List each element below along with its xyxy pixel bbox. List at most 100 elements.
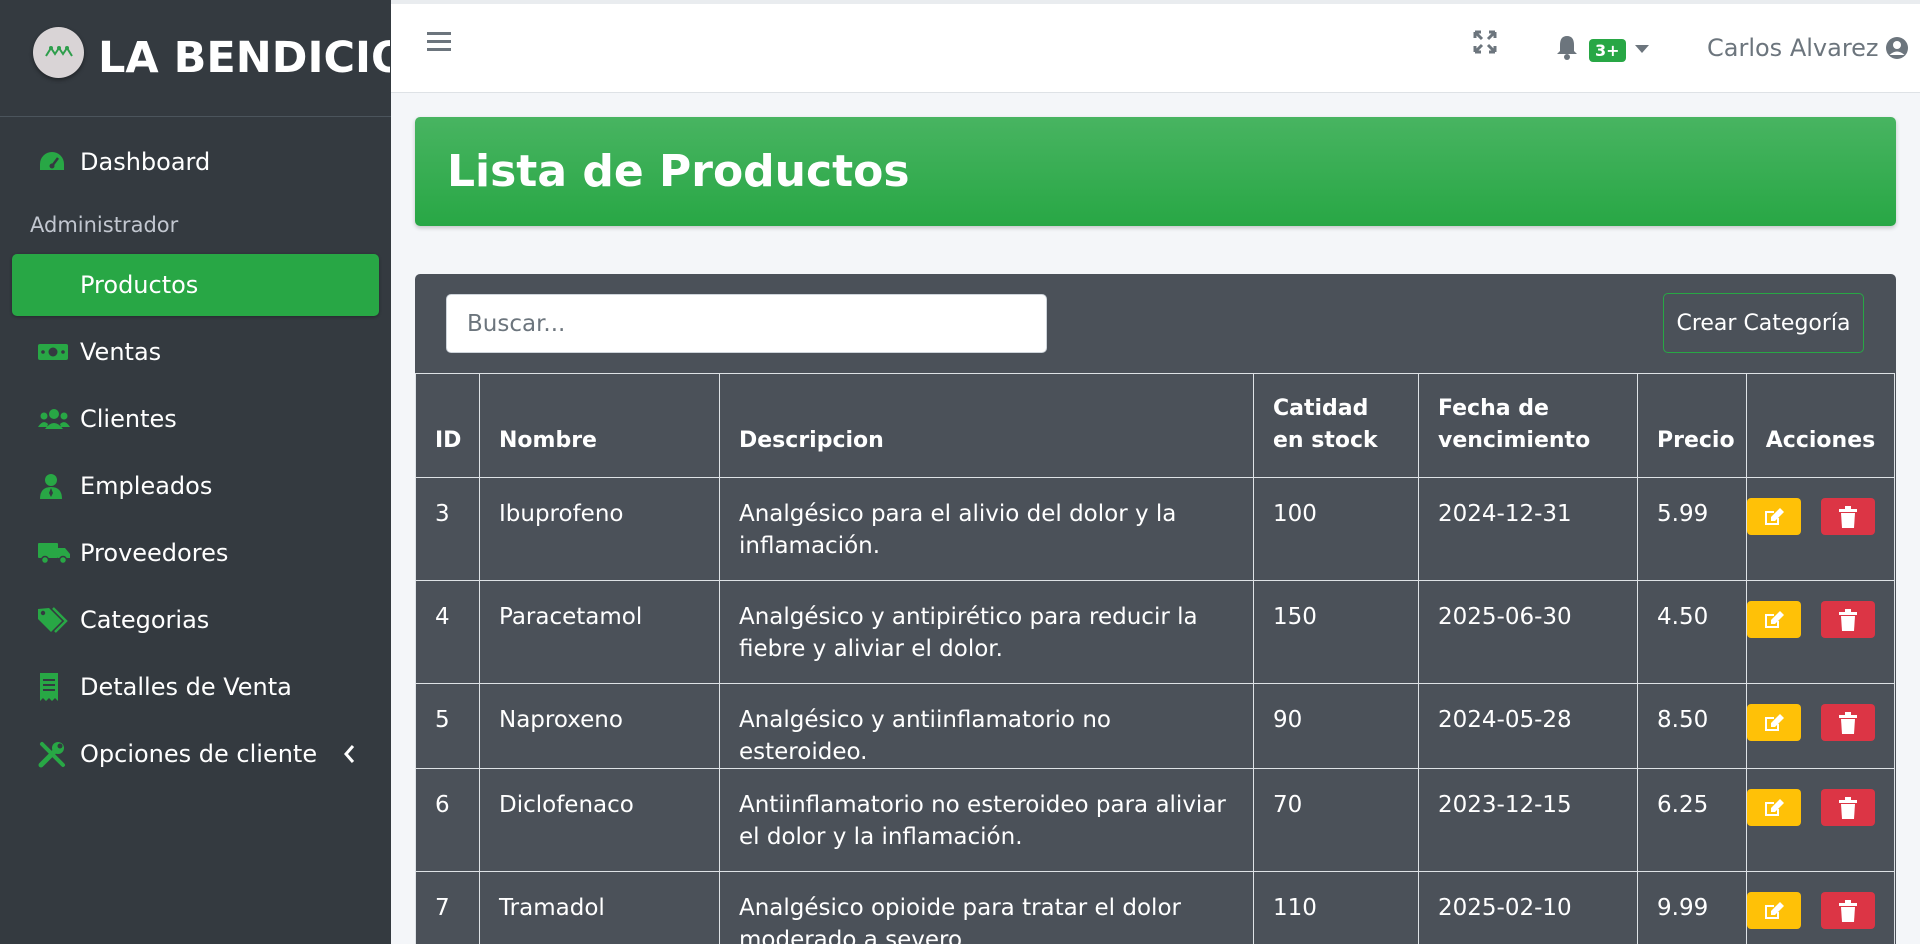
notifications-badge[interactable]: 3+ [1589, 39, 1626, 62]
column-header[interactable]: Fecha de vencimiento [1418, 373, 1638, 478]
delete-button[interactable] [1821, 704, 1875, 741]
cell-actions [1746, 768, 1895, 872]
sidebar-item-clientes[interactable]: Clientes [12, 388, 379, 450]
create-category-button[interactable]: Crear Categoría [1663, 293, 1864, 353]
products-card: Crear Categoría ID Nombre Descripcion Ca… [415, 274, 1896, 944]
cell-actions [1746, 477, 1895, 581]
sidebar-item-opciones-cliente[interactable]: Opciones de cliente [12, 723, 379, 785]
cell-descripcion: Analgésico opioide para tratar el dolor … [719, 871, 1254, 944]
sidebar-item-productos[interactable]: Productos [12, 254, 379, 316]
sidebar-item-label: Proveedores [80, 539, 229, 567]
user-circle-icon [1885, 37, 1908, 59]
sidebar-item-label: Productos [80, 271, 199, 299]
delete-button[interactable] [1821, 789, 1875, 826]
cell-fecha: 2023-12-15 [1418, 768, 1638, 872]
cell-fecha: 2025-02-10 [1418, 871, 1638, 944]
sidebar-item-dashboard[interactable]: Dashboard [12, 131, 379, 193]
delete-button[interactable] [1821, 498, 1875, 535]
sidebar: LA BENDICION Dashboard Administrador Pro… [0, 0, 391, 944]
edit-button[interactable] [1747, 704, 1801, 741]
trash-icon [1839, 505, 1857, 528]
sidebar-item-categorias[interactable]: Categorias [12, 589, 379, 651]
tags-icon [38, 606, 72, 634]
delete-button[interactable] [1821, 892, 1875, 929]
edit-icon [1765, 610, 1784, 628]
edit-icon [1765, 507, 1784, 525]
column-header[interactable]: ID [415, 373, 480, 478]
column-header[interactable]: Nombre [479, 373, 720, 478]
edit-button[interactable] [1747, 789, 1801, 826]
cell-stock: 100 [1253, 477, 1419, 581]
sidebar-item-label: Clientes [80, 405, 177, 433]
page-title: Lista de Productos [447, 146, 910, 197]
caret-down-icon[interactable] [1635, 45, 1649, 53]
cell-stock: 90 [1253, 683, 1419, 769]
sidebar-item-ventas[interactable]: Ventas [12, 321, 379, 383]
hamburger-menu-icon[interactable] [427, 30, 451, 56]
search-input[interactable] [446, 294, 1047, 353]
cell-id: 3 [415, 477, 480, 581]
edit-icon [1765, 901, 1784, 919]
cell-stock: 110 [1253, 871, 1419, 944]
cell-fecha: 2024-12-31 [1418, 477, 1638, 581]
column-header: Acciones [1746, 373, 1895, 478]
trash-icon [1839, 608, 1857, 631]
sidebar-item-proveedores[interactable]: Proveedores [12, 522, 379, 584]
cell-actions [1746, 580, 1895, 684]
edit-button[interactable] [1747, 892, 1801, 929]
sidebar-item-label: Categorias [80, 606, 210, 634]
cell-precio: 9.99 [1637, 871, 1747, 944]
sidebar-item-label: Empleados [80, 472, 213, 500]
page-header: Lista de Productos [415, 117, 1896, 226]
cell-actions [1746, 683, 1895, 769]
chevron-left-icon[interactable] [343, 742, 355, 770]
truck-icon [38, 539, 72, 567]
user-tie-icon [38, 472, 72, 500]
delete-button[interactable] [1821, 601, 1875, 638]
sidebar-item-empleados[interactable]: Empleados [12, 455, 379, 517]
cell-fecha: 2024-05-28 [1418, 683, 1638, 769]
tachometer-icon [38, 148, 72, 176]
sidebar-item-label: Dashboard [80, 148, 211, 176]
edit-button[interactable] [1747, 498, 1801, 535]
table-row: 5 Naproxeno Analgésico y antiinflamatori… [415, 683, 1895, 769]
trash-icon [1839, 796, 1857, 819]
fullscreen-icon[interactable] [1473, 30, 1497, 58]
brand[interactable]: LA BENDICION [0, 0, 391, 117]
table-row: 3 Ibuprofeno Analgésico para el alivio d… [415, 477, 1895, 581]
top-navbar: 3+ Carlos Alvarez [391, 0, 1920, 93]
cell-nombre: Paracetamol [479, 580, 720, 684]
table-header-row: ID Nombre Descripcion Catidad en stock F… [415, 373, 1895, 478]
edit-icon [1765, 713, 1784, 731]
cell-id: 4 [415, 580, 480, 684]
brand-name: LA BENDICION [98, 33, 390, 83]
cell-precio: 4.50 [1637, 580, 1747, 684]
trash-icon [1839, 711, 1857, 734]
money-icon [38, 338, 72, 366]
sidebar-item-detalles-venta[interactable]: Detalles de Venta [12, 656, 379, 718]
user-menu[interactable]: Carlos Alvarez [1707, 34, 1909, 62]
cell-precio: 5.99 [1637, 477, 1747, 581]
cell-descripcion: Antiinflamatorio no esteroideo para aliv… [719, 768, 1254, 872]
cell-descripcion: Analgésico y antiinflamatorio no esteroi… [719, 683, 1254, 769]
cell-actions [1746, 871, 1895, 944]
cell-stock: 70 [1253, 768, 1419, 872]
sidebar-section-header: Administrador [30, 213, 179, 237]
products-table: ID Nombre Descripcion Catidad en stock F… [415, 373, 1895, 944]
table-row: 7 Tramadol Analgésico opioide para trata… [415, 871, 1895, 944]
cell-nombre: Naproxeno [479, 683, 720, 769]
table-row: 4 Paracetamol Analgésico y antipirético … [415, 580, 1895, 684]
trash-icon [1839, 899, 1857, 922]
column-header[interactable]: Precio [1637, 373, 1747, 478]
column-header[interactable]: Catidad en stock [1253, 373, 1419, 478]
receipt-icon [38, 673, 72, 701]
cell-id: 7 [415, 871, 480, 944]
bell-icon[interactable] [1555, 34, 1579, 64]
cell-stock: 150 [1253, 580, 1419, 684]
column-header[interactable]: Descripcion [719, 373, 1254, 478]
edit-button[interactable] [1747, 601, 1801, 638]
cell-fecha: 2025-06-30 [1418, 580, 1638, 684]
table-row: 6 Diclofenaco Antiinflamatorio no estero… [415, 768, 1895, 872]
user-name: Carlos Alvarez [1707, 34, 1879, 62]
cell-nombre: Ibuprofeno [479, 477, 720, 581]
